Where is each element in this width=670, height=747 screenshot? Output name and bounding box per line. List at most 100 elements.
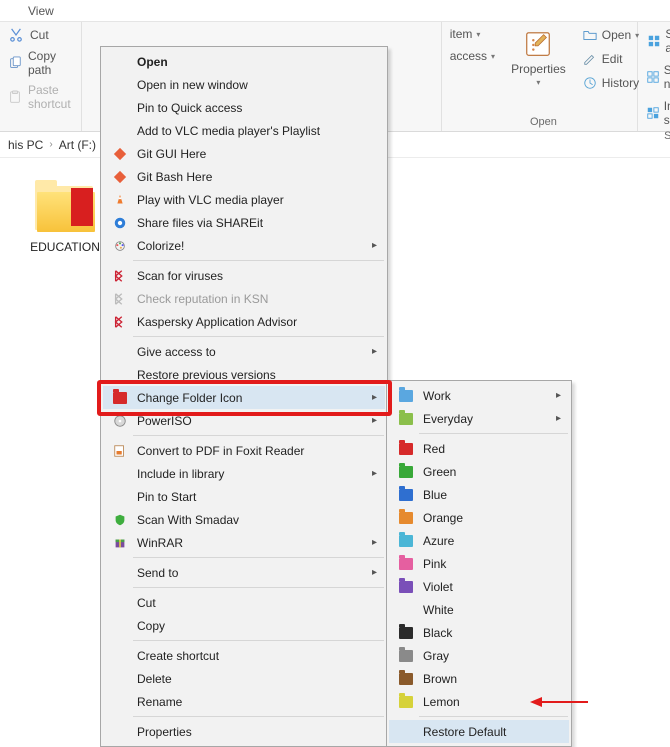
- submenu-violet[interactable]: Violet: [389, 575, 569, 598]
- ctx-create-shortcut[interactable]: Create shortcut: [103, 644, 385, 667]
- folder-swatch-icon: [395, 390, 417, 402]
- submenu-gray[interactable]: Gray: [389, 644, 569, 667]
- kaspersky-icon: [109, 292, 131, 306]
- ribbon-group-open: Open: [530, 116, 557, 128]
- chevron-right-icon: ▸: [372, 567, 377, 578]
- folder-education[interactable]: EDUCATION: [24, 182, 106, 254]
- folder-swatch-icon: [395, 558, 417, 570]
- chevron-right-icon: ▸: [372, 346, 377, 357]
- folder-swatch-icon: [395, 604, 417, 616]
- ctx-include-library[interactable]: Include in library▸: [103, 462, 385, 485]
- history-icon: [582, 75, 598, 91]
- git-icon: [109, 170, 131, 184]
- invert-selection-icon: [646, 105, 660, 121]
- colorize-icon: [109, 239, 131, 253]
- ribbon-copy-path[interactable]: Copy path: [6, 48, 75, 78]
- ctx-open[interactable]: Open: [103, 50, 385, 73]
- ctx-properties[interactable]: Properties: [103, 720, 385, 743]
- ctx-restore-previous[interactable]: Restore previous versions: [103, 363, 385, 386]
- folder-swatch-icon: [395, 650, 417, 662]
- submenu-blue[interactable]: Blue: [389, 483, 569, 506]
- submenu-green[interactable]: Green: [389, 460, 569, 483]
- submenu-black[interactable]: Black: [389, 621, 569, 644]
- ctx-smadav[interactable]: Scan With Smadav: [103, 508, 385, 531]
- ribbon-open[interactable]: Open▾: [580, 26, 641, 44]
- ribbon-paste-shortcut-label: Paste shortcut: [28, 83, 73, 111]
- chevron-right-icon: ▸: [556, 413, 561, 424]
- winrar-icon: [109, 536, 131, 550]
- ctx-check-ksn: Check reputation in KSN: [103, 287, 385, 310]
- annotation-arrow: [530, 695, 590, 712]
- paste-shortcut-icon: [8, 89, 22, 105]
- submenu-restore-default[interactable]: Restore Default: [389, 720, 569, 743]
- folder-swatch-icon: [395, 512, 417, 524]
- ctx-rename[interactable]: Rename: [103, 690, 385, 713]
- chevron-right-icon: ▸: [372, 415, 377, 426]
- ctx-winrar[interactable]: WinRAR▸: [103, 531, 385, 554]
- kaspersky-icon: [109, 269, 131, 283]
- copy-path-icon: [8, 55, 22, 71]
- ctx-colorize[interactable]: Colorize!▸: [103, 234, 385, 257]
- submenu-orange[interactable]: Orange: [389, 506, 569, 529]
- chevron-right-icon: ▸: [372, 537, 377, 548]
- ctx-play-vlc[interactable]: Play with VLC media player: [103, 188, 385, 211]
- folder-swatch-icon: [395, 627, 417, 639]
- ctx-git-bash[interactable]: Git Bash Here: [103, 165, 385, 188]
- change-folder-icon-submenu: Work▸Everyday▸ RedGreenBlueOrangeAzurePin…: [386, 380, 572, 747]
- ctx-foxit-pdf[interactable]: Convert to PDF in Foxit Reader: [103, 439, 385, 462]
- ribbon-select-all[interactable]: Select all: [644, 26, 670, 56]
- ctx-scan-viruses[interactable]: Scan for viruses: [103, 264, 385, 287]
- chevron-right-icon: ▸: [372, 468, 377, 479]
- ribbon-cut-label: Cut: [30, 28, 49, 42]
- chevron-right-icon: ▸: [372, 392, 377, 403]
- poweriso-icon: [109, 414, 131, 428]
- git-icon: [109, 147, 131, 161]
- ctx-git-gui[interactable]: Git GUI Here: [103, 142, 385, 165]
- ctx-kaspersky-advisor[interactable]: Kaspersky Application Advisor: [103, 310, 385, 333]
- ctx-open-new-window[interactable]: Open in new window: [103, 73, 385, 96]
- ribbon-invert-selection[interactable]: Invert selection: [644, 98, 670, 128]
- ctx-add-vlc-playlist[interactable]: Add to VLC media player's Playlist: [103, 119, 385, 142]
- ribbon-cut[interactable]: Cut: [6, 26, 75, 44]
- submenu-azure[interactable]: Azure: [389, 529, 569, 552]
- chevron-right-icon: ▸: [372, 240, 377, 251]
- ribbon-history[interactable]: History: [580, 74, 641, 92]
- ribbon-edit[interactable]: Edit: [580, 50, 641, 68]
- folder-swatch-icon: [395, 443, 417, 455]
- ctx-delete[interactable]: Delete: [103, 667, 385, 690]
- kaspersky-icon: [109, 315, 131, 329]
- folder-swatch-icon: [395, 581, 417, 593]
- ribbon-tab-view[interactable]: View: [28, 4, 54, 18]
- submenu-red[interactable]: Red: [389, 437, 569, 460]
- select-none-icon: [646, 69, 660, 85]
- ribbon-group-select: Select: [644, 130, 670, 142]
- breadcrumb-pc[interactable]: his PC: [8, 138, 43, 152]
- context-menu: Open Open in new window Pin to Quick acc…: [100, 46, 388, 747]
- shareit-icon: [109, 216, 131, 230]
- breadcrumb-drive[interactable]: Art (F:): [59, 138, 96, 152]
- ctx-pin-start[interactable]: Pin to Start: [103, 485, 385, 508]
- folder-swatch-icon: [395, 535, 417, 547]
- submenu-work[interactable]: Work▸: [389, 384, 569, 407]
- folder-swatch-icon: [395, 413, 417, 425]
- ctx-pin-quick-access[interactable]: Pin to Quick access: [103, 96, 385, 119]
- ctx-shareit[interactable]: Share files via SHAREit: [103, 211, 385, 234]
- ctx-poweriso[interactable]: PowerISO▸: [103, 409, 385, 432]
- ribbon-new-item[interactable]: item▾: [448, 26, 497, 42]
- submenu-brown[interactable]: Brown: [389, 667, 569, 690]
- submenu-white[interactable]: White: [389, 598, 569, 621]
- ctx-copy[interactable]: Copy: [103, 614, 385, 637]
- ctx-give-access[interactable]: Give access to▸: [103, 340, 385, 363]
- submenu-everyday[interactable]: Everyday▸: [389, 407, 569, 430]
- ctx-send-to[interactable]: Send to▸: [103, 561, 385, 584]
- folder-swatch-icon: [395, 466, 417, 478]
- ribbon-properties[interactable]: Properties ▾: [505, 26, 572, 89]
- ribbon-select-none[interactable]: Select none: [644, 62, 670, 92]
- ribbon-easy-access[interactable]: access▾: [448, 48, 497, 64]
- foxit-icon: [109, 444, 131, 458]
- ctx-cut[interactable]: Cut: [103, 591, 385, 614]
- edit-icon: [582, 51, 598, 67]
- ctx-change-folder-icon[interactable]: Change Folder Icon▸: [103, 386, 385, 409]
- submenu-pink[interactable]: Pink: [389, 552, 569, 575]
- vlc-icon: [109, 193, 131, 207]
